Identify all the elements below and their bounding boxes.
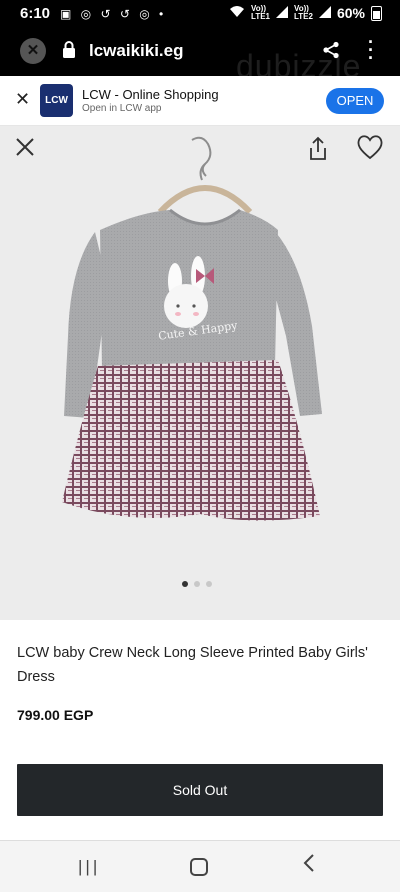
carousel-indicator [182, 581, 212, 587]
clock: 6:10 [20, 5, 51, 22]
banner-subtitle: Open in LCW app [82, 103, 162, 114]
carousel-dot-2[interactable] [194, 581, 200, 587]
close-icon[interactable] [14, 136, 36, 165]
battery-percent: 60% [336, 5, 365, 21]
signal-icon-1 [276, 5, 288, 21]
signal-icon-2 [318, 5, 331, 21]
home-icon[interactable] [190, 858, 208, 876]
product-photo: Cute & Happy [62, 136, 322, 521]
url-text[interactable]: lcwaikiki.eg [89, 41, 184, 61]
open-app-button[interactable]: OPEN [326, 88, 384, 114]
network-lte1: Vo)) LTE1 [251, 4, 270, 21]
status-right: Vo)) LTE1 Vo)) LTE2 60% [229, 5, 382, 21]
android-nav-bar: ||| [0, 840, 400, 892]
dismiss-banner-icon[interactable]: ✕ [15, 89, 30, 110]
top-system-area: 6:10 ▣ ◎ ↺ ↺ ◎ • Vo)) LTE1 Vo)) LTE2 60%… [0, 0, 400, 84]
more-options-icon[interactable]: · · · [368, 33, 374, 67]
wifi-icon [229, 5, 245, 21]
status-bar: 6:10 ▣ ◎ ↺ ↺ ◎ • Vo)) LTE1 Vo)) LTE2 60% [0, 0, 400, 28]
back-icon[interactable] [302, 852, 316, 880]
product-name: LCW baby Crew Neck Long Sleeve Printed B… [17, 645, 368, 685]
heart-icon[interactable] [356, 134, 384, 167]
sold-out-button[interactable]: Sold Out [17, 764, 383, 816]
recent-apps-icon[interactable]: ||| [78, 857, 100, 877]
carousel-dot-1[interactable] [182, 581, 188, 587]
share-product-icon[interactable] [306, 136, 330, 167]
notification-icons: ▣ ◎ ↺ ↺ ◎ • [60, 7, 167, 21]
close-tab-button[interactable]: ✕ [20, 38, 46, 64]
share-icon[interactable] [322, 41, 340, 64]
product-image-carousel[interactable]: Cute & Happy [0, 126, 400, 620]
browser-url-bar: dubizzle ✕ lcwaikiki.eg · · · [0, 32, 400, 84]
banner-title: LCW - Online Shopping [82, 87, 219, 102]
lock-icon [62, 41, 76, 63]
product-price: 799.00 EGP [17, 707, 94, 723]
battery-icon [371, 5, 382, 21]
network-lte2: Vo)) LTE2 [294, 4, 313, 21]
app-install-banner: ✕ LCW LCW - Online Shopping Open in LCW … [0, 76, 400, 126]
lcw-app-logo: LCW [40, 84, 73, 117]
carousel-dot-3[interactable] [206, 581, 212, 587]
